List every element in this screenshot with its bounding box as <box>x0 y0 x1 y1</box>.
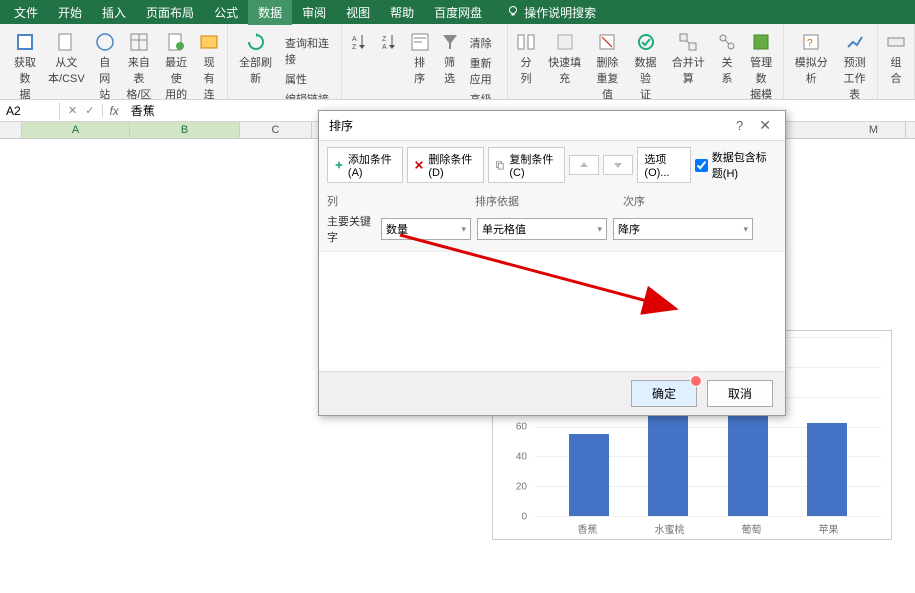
sub-properties[interactable]: 属性 <box>281 70 337 88</box>
btn-flash-fill[interactable]: 快速填充 <box>542 30 587 88</box>
ribbon-group-data-tools: 分列 快速填充 删除 重复值 数据验 证 合并计算 关系 管理数 据模型 数据工… <box>508 24 784 99</box>
ribbon-group-outline: 组合 <box>878 24 915 99</box>
help-icon[interactable]: ? <box>736 118 743 133</box>
col-header-B[interactable]: B <box>130 122 240 139</box>
move-down-button[interactable] <box>603 155 633 175</box>
ribbon-group-forecast: ?模拟分析 预测 工作表 预测 <box>784 24 878 99</box>
x-icon <box>414 159 424 171</box>
btn-filter[interactable]: 筛选 <box>436 30 464 88</box>
dialog-toolbar: 添加条件(A) 删除条件(D) 复制条件(C) 选项(O)... 数据包含标题(… <box>319 140 785 189</box>
sort-dialog: 排序 ? ✕ 添加条件(A) 删除条件(D) 复制条件(C) 选项(O)... … <box>318 110 786 416</box>
name-box[interactable]: A2 <box>0 102 60 120</box>
col-header-N[interactable]: N <box>906 122 915 139</box>
ribbon: 获取数 据 从文 本/CSV 自 网站 来自表 格/区域 最近使 用的源 现有 … <box>0 24 915 100</box>
sub-edit-links[interactable]: 编辑链接 <box>281 90 337 100</box>
move-up-button[interactable] <box>569 155 599 175</box>
ribbon-group-sort-filter: AZ ZA 排序 筛选 清除 重新应用 高级 排序和筛选 <box>342 24 508 99</box>
menu-layout[interactable]: 页面布局 <box>136 0 204 25</box>
menu-home[interactable]: 开始 <box>48 0 92 25</box>
sort-level-row: 主要关键字 数量▾ 单元格值▾ 降序▾ <box>319 211 785 251</box>
menu-baidu[interactable]: 百度网盘 <box>424 0 492 25</box>
btn-forecast-sheet[interactable]: 预测 工作表 <box>836 30 873 100</box>
menu-view[interactable]: 视图 <box>336 0 380 25</box>
add-level-button[interactable]: 添加条件(A) <box>327 147 403 183</box>
menu-bar: 文件 开始 插入 页面布局 公式 数据 审阅 视图 帮助 百度网盘 操作说明搜索 <box>0 0 915 24</box>
down-arrow-icon <box>612 159 624 171</box>
menu-file[interactable]: 文件 <box>4 0 48 25</box>
menu-review[interactable]: 审阅 <box>292 0 336 25</box>
delete-level-button[interactable]: 删除条件(D) <box>407 147 484 183</box>
col-header-M[interactable]: M <box>842 122 906 139</box>
cancel-button[interactable]: 取消 <box>707 380 773 407</box>
dialog-column-headers: 列 排序依据 次序 <box>319 189 785 211</box>
enter-icon[interactable]: ✓ <box>85 104 94 117</box>
sub-reapply[interactable]: 重新应用 <box>466 54 503 88</box>
sub-queries-conn[interactable]: 查询和连接 <box>281 34 337 68</box>
svg-text:Z: Z <box>352 44 357 51</box>
options-button[interactable]: 选项(O)... <box>637 147 690 183</box>
x-axis: 香蕉水蜜桃葡萄苹果 <box>535 517 881 536</box>
dialog-footer: 确定 取消 <box>319 371 785 415</box>
col-header-C[interactable]: C <box>240 122 312 139</box>
btn-from-csv[interactable]: 从文 本/CSV <box>44 30 89 88</box>
ribbon-group-queries: 全部刷新 查询和连接 属性 编辑链接 查询和连接 <box>228 24 342 99</box>
menu-formulas[interactable]: 公式 <box>204 0 248 25</box>
svg-text:A: A <box>382 44 387 51</box>
sort-on-select[interactable]: 单元格值▾ <box>477 218 607 240</box>
menu-help[interactable]: 帮助 <box>380 0 424 25</box>
copy-level-button[interactable]: 复制条件(C) <box>488 147 565 183</box>
fx-icon[interactable]: fx <box>103 104 124 118</box>
btn-data-validation[interactable]: 数据验 证 <box>627 30 663 100</box>
btn-consolidate[interactable]: 合并计算 <box>666 30 711 88</box>
menu-data[interactable]: 数据 <box>248 0 292 25</box>
dialog-body <box>319 251 785 371</box>
sub-clear[interactable]: 清除 <box>466 34 503 52</box>
primary-key-label: 主要关键字 <box>327 213 375 245</box>
bar-苹果[interactable] <box>807 423 847 516</box>
tell-me[interactable]: 操作说明搜索 <box>500 0 602 25</box>
btn-data-model[interactable]: 管理数 据模型 <box>743 30 779 100</box>
svg-text:?: ? <box>807 38 813 49</box>
svg-text:A: A <box>352 36 357 43</box>
sort-by-select[interactable]: 数量▾ <box>381 218 471 240</box>
sub-advanced[interactable]: 高级 <box>466 90 503 100</box>
btn-sort-za[interactable]: ZA <box>376 30 404 54</box>
col-header-A[interactable]: A <box>22 122 130 139</box>
btn-text-to-columns[interactable]: 分列 <box>512 30 540 88</box>
btn-from-web[interactable]: 自 网站 <box>91 30 119 100</box>
btn-remove-dup[interactable]: 删除 重复值 <box>589 30 625 100</box>
svg-text:Z: Z <box>382 36 387 43</box>
dialog-titlebar: 排序 ? ✕ <box>319 111 785 140</box>
btn-refresh-all[interactable]: 全部刷新 <box>232 30 279 88</box>
btn-sort-az[interactable]: AZ <box>346 30 374 54</box>
order-select[interactable]: 降序▾ <box>613 218 753 240</box>
btn-recent-sources[interactable]: 最近使 用的源 <box>159 30 193 100</box>
menu-insert[interactable]: 插入 <box>92 0 136 25</box>
header-checkbox-input[interactable] <box>695 159 708 172</box>
bar-香蕉[interactable] <box>569 434 609 517</box>
dialog-title-text: 排序 <box>329 117 353 134</box>
btn-relationships[interactable]: 关系 <box>713 30 741 88</box>
lightbulb-icon <box>506 5 520 19</box>
btn-from-table[interactable]: 来自表 格/区域 <box>121 30 157 100</box>
btn-get-data[interactable]: 获取数 据 <box>8 30 42 100</box>
ok-button[interactable]: 确定 <box>631 380 697 407</box>
copy-icon <box>495 159 505 171</box>
header-checkbox[interactable]: 数据包含标题(H) <box>695 149 777 181</box>
btn-existing-conn[interactable]: 现有 连接 <box>195 30 223 100</box>
cancel-icon[interactable]: ✕ <box>68 104 77 117</box>
cursor-indicator-icon <box>690 375 702 387</box>
btn-whatif[interactable]: ?模拟分析 <box>788 30 834 88</box>
btn-group[interactable]: 组合 <box>882 30 910 88</box>
up-arrow-icon <box>578 159 590 171</box>
close-icon[interactable]: ✕ <box>755 117 775 134</box>
btn-sort[interactable]: 排序 <box>406 30 434 88</box>
plus-icon <box>334 159 344 171</box>
ribbon-group-get-transform: 获取数 据 从文 本/CSV 自 网站 来自表 格/区域 最近使 用的源 现有 … <box>4 24 228 99</box>
